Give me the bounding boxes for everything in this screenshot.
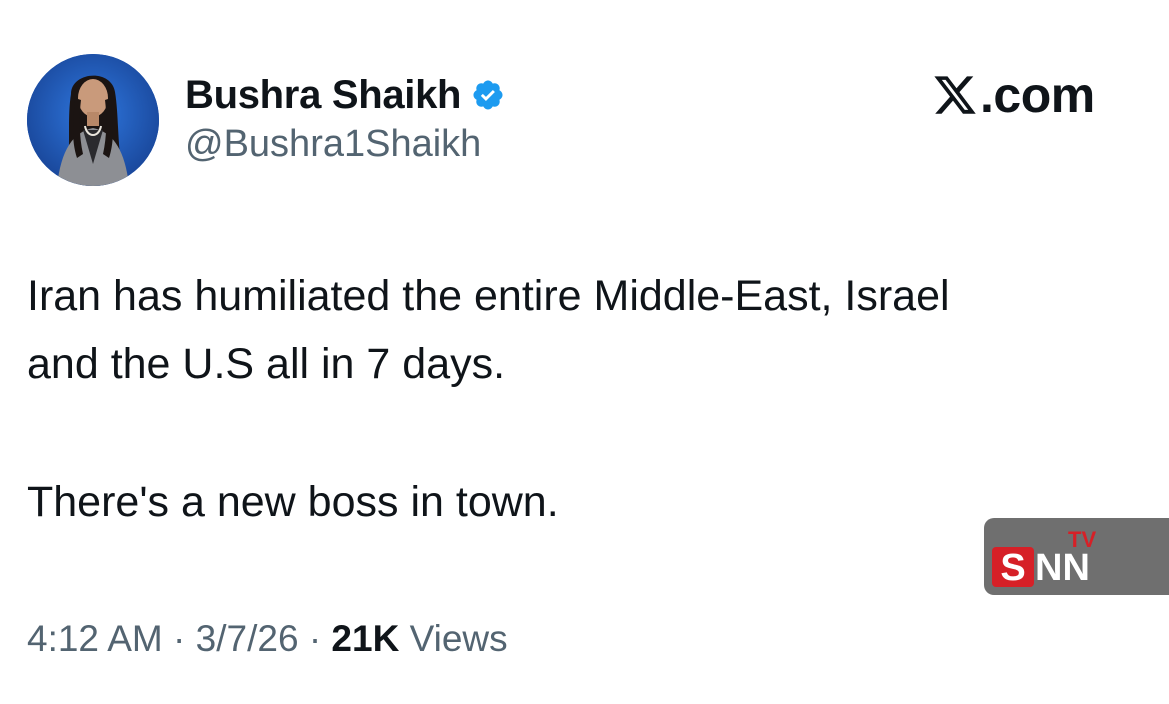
author-name-row: Bushra Shaikh xyxy=(185,70,505,120)
views-label: Views xyxy=(409,618,508,659)
tweet-text-line: Iran has humiliated the entire Middle-Ea… xyxy=(27,272,950,320)
meta-separator: · xyxy=(173,618,186,659)
tweet-text-line: and the U.S all in 7 days. xyxy=(27,340,506,388)
svg-text:S: S xyxy=(1000,547,1025,589)
meta-separator: · xyxy=(308,618,322,659)
x-logo-icon xyxy=(932,72,978,118)
views-count: 21K xyxy=(331,618,400,659)
svg-text:NN: NN xyxy=(1035,547,1090,589)
snn-tv-watermark: S NN TV xyxy=(984,518,1169,595)
tweet-meta: 4:12 AM · 3/7/26 · 21K Views xyxy=(27,618,508,660)
author-avatar[interactable] xyxy=(27,54,159,186)
tweet-time[interactable]: 4:12 AM xyxy=(27,618,163,659)
svg-text:TV: TV xyxy=(1068,527,1096,552)
verified-badge-icon[interactable] xyxy=(471,78,505,112)
x-brand: .com xyxy=(932,64,1095,126)
author-display-name[interactable]: Bushra Shaikh xyxy=(185,73,461,118)
x-brand-domain: .com xyxy=(980,67,1095,123)
profile-photo-icon xyxy=(27,54,159,186)
tweet-text-line: There's a new boss in town. xyxy=(27,478,559,526)
tweet-screenshot: Bushra Shaikh @Bushra1Shaikh .com Iran h… xyxy=(0,0,1169,704)
tweet-date[interactable]: 3/7/26 xyxy=(196,618,299,659)
snn-tv-logo-icon: S NN TV xyxy=(992,527,1096,589)
author-handle[interactable]: @Bushra1Shaikh xyxy=(185,123,481,166)
